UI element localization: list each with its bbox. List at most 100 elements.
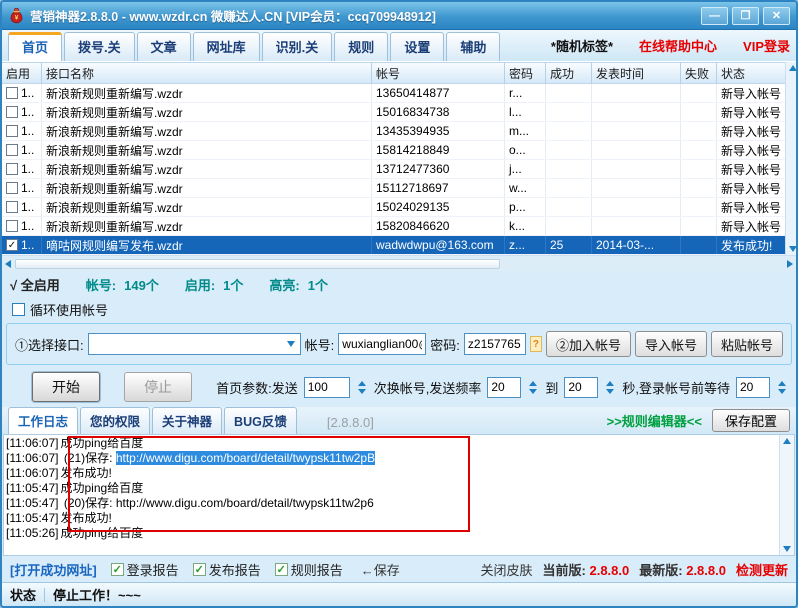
column-header[interactable]: 发表时间 [592,63,681,83]
open-success-urls-link[interactable]: [打开成功网址] [10,560,97,579]
row-enable-checkbox[interactable] [6,144,18,156]
row-enable-checkbox[interactable] [6,201,18,213]
account-input[interactable] [338,333,426,355]
column-header[interactable]: 接口名称 [42,63,372,83]
checkbox-icon[interactable]: ✓ [111,563,124,576]
tab-设置[interactable]: 设置 [390,32,444,61]
log-tab-关于神器[interactable]: 关于神器 [152,407,222,434]
checkbox-icon[interactable]: ✓ [193,563,206,576]
table-vertical-scrollbar[interactable] [785,62,798,255]
table-row[interactable]: 1..新浪新规则重新编写.wzdr15016834738l...新导入帐号 [2,103,785,122]
report-checkbox-发布报告[interactable]: ✓发布报告 [193,560,261,579]
interface-select[interactable] [88,333,301,355]
rule-editor-link[interactable]: >>规则编辑器<< [607,411,702,430]
frequency-max-stepper[interactable] [604,381,616,394]
close-skin-link[interactable]: 关闭皮肤 [481,560,533,579]
log-scroll-up-icon[interactable] [783,438,791,444]
close-icon[interactable]: ✕ [763,7,790,25]
row-enable-checkbox[interactable] [6,182,18,194]
row-enable-checkbox[interactable] [6,87,18,99]
add-account-button[interactable]: ②加入帐号 [546,331,631,357]
row-enable-checkbox[interactable]: ✓ [6,239,18,251]
publish-time-cell [592,122,681,140]
select-all-toggle[interactable]: √ 全启用 [10,275,60,294]
log-tab-bar: 工作日志您的权限关于神器BUG反馈 [2.8.8.0] >>规则编辑器<< 保存… [2,407,796,434]
table-row[interactable]: 1..新浪新规则重新编写.wzdr15024029135p...新导入帐号 [2,198,785,217]
scroll-left-icon[interactable] [5,260,11,268]
send-count-input[interactable] [304,377,350,398]
start-button[interactable]: 开始 [32,372,100,402]
table-row[interactable]: 1..新浪新规则重新编写.wzdr15112718697w...新导入帐号 [2,179,785,198]
table-horizontal-scrollbar[interactable] [2,255,796,271]
help-icon[interactable]: ? [530,336,542,352]
tab-拨号.关[interactable]: 拨号.关 [64,32,135,61]
fail-cell [681,198,717,216]
column-header[interactable]: 状态 [717,63,785,83]
table-row[interactable]: 1..新浪新规则重新编写.wzdr15814218849o...新导入帐号 [2,141,785,160]
main-tabs: 首页拨号.关文章网址库识别.关规则设置辅助 [8,32,500,61]
table-row[interactable]: 1..新浪新规则重新编写.wzdr13435394935m...新导入帐号 [2,122,785,141]
table-row[interactable]: 1..新浪新规则重新编写.wzdr13650414877r...新导入帐号 [2,84,785,103]
status-cell: 新导入帐号 [717,179,785,197]
log-tab-BUG反馈[interactable]: BUG反馈 [224,407,297,434]
column-header[interactable]: 启用 [2,63,42,83]
frequency-max-input[interactable] [564,377,598,398]
login-wait-stepper[interactable] [776,381,788,394]
scroll-up-icon[interactable] [789,65,797,71]
tab-规则[interactable]: 规则 [334,32,388,61]
control-row: 开始 停止 首页参数:发送 次换帐号,发送频率 到 秒,登录帐号前等待 [2,367,796,407]
table-row[interactable]: 1..新浪新规则重新编写.wzdr13712477360j...新导入帐号 [2,160,785,179]
log-scroll-down-icon[interactable] [783,546,791,552]
login-wait-input[interactable] [736,377,770,398]
vip-login-link[interactable]: VIP登录 [743,36,790,55]
accounts-count-label: 帐号: [86,275,116,294]
column-header[interactable]: 失败 [681,63,717,83]
paste-account-button[interactable]: 粘贴帐号 [711,331,783,357]
tab-网址库[interactable]: 网址库 [193,32,260,61]
row-enable-checkbox[interactable] [6,220,18,232]
stop-button[interactable]: 停止 [124,372,192,402]
tab-识别.关[interactable]: 识别.关 [262,32,333,61]
publish-time-cell [592,141,681,159]
maximize-icon[interactable]: ❒ [732,7,759,25]
row-enable-checkbox[interactable] [6,163,18,175]
summary-row: √ 全启用 帐号: 149个 启用: 1个 高亮: 1个 [2,271,796,297]
scroll-down-icon[interactable] [789,246,797,252]
frequency-min-input[interactable] [487,377,521,398]
row-enable-checkbox[interactable] [6,125,18,137]
interface-name-cell: 新浪新规则重新编写.wzdr [42,103,372,121]
column-header[interactable]: 密码 [505,63,546,83]
checkbox-icon[interactable]: ✓ [275,563,288,576]
chevron-down-icon [287,341,295,347]
minimize-icon[interactable]: — [701,7,728,25]
online-help-link[interactable]: 在线帮助中心 [639,36,717,55]
table-row[interactable]: ✓1..嘀咕网规则编写发布.wzdrwadwdwpu@163.comz...25… [2,236,785,255]
send-count-stepper[interactable] [356,381,368,394]
horizontal-scroll-thumb[interactable] [15,259,500,269]
column-header[interactable]: 帐号 [372,63,505,83]
check-update-link[interactable]: 检测更新 [736,560,788,579]
log-tab-工作日志[interactable]: 工作日志 [8,407,78,434]
report-checkbox-规则报告[interactable]: ✓规则报告 [275,560,343,579]
log-url[interactable]: http://www.digu.com/board/detail/twypsk1… [116,451,375,465]
log-tab-您的权限[interactable]: 您的权限 [80,407,150,434]
select-interface-label: ①选择接口: [15,335,84,354]
password-input[interactable] [464,333,526,355]
report-checkbox-登录报告[interactable]: ✓登录报告 [111,560,179,579]
import-account-button[interactable]: 导入帐号 [635,331,707,357]
log-vertical-scrollbar[interactable] [779,435,794,555]
frequency-label: 次换帐号,发送频率 [374,378,482,397]
tab-首页[interactable]: 首页 [8,32,62,61]
tab-辅助[interactable]: 辅助 [446,32,500,61]
loop-accounts-checkbox[interactable] [12,303,25,316]
table-row[interactable]: 1..新浪新规则重新编写.wzdr15820846620k...新导入帐号 [2,217,785,236]
save-hint-label[interactable]: ←保存 [361,560,400,579]
scroll-right-icon[interactable] [787,260,793,268]
frequency-min-stepper[interactable] [527,381,539,394]
column-header[interactable]: 成功 [546,63,592,83]
publish-time-cell [592,217,681,235]
log-url[interactable]: http://www.digu.com/board/detail/twypsk1… [116,496,374,510]
tab-文章[interactable]: 文章 [137,32,191,61]
save-config-button[interactable]: 保存配置 [712,409,790,432]
row-enable-checkbox[interactable] [6,106,18,118]
